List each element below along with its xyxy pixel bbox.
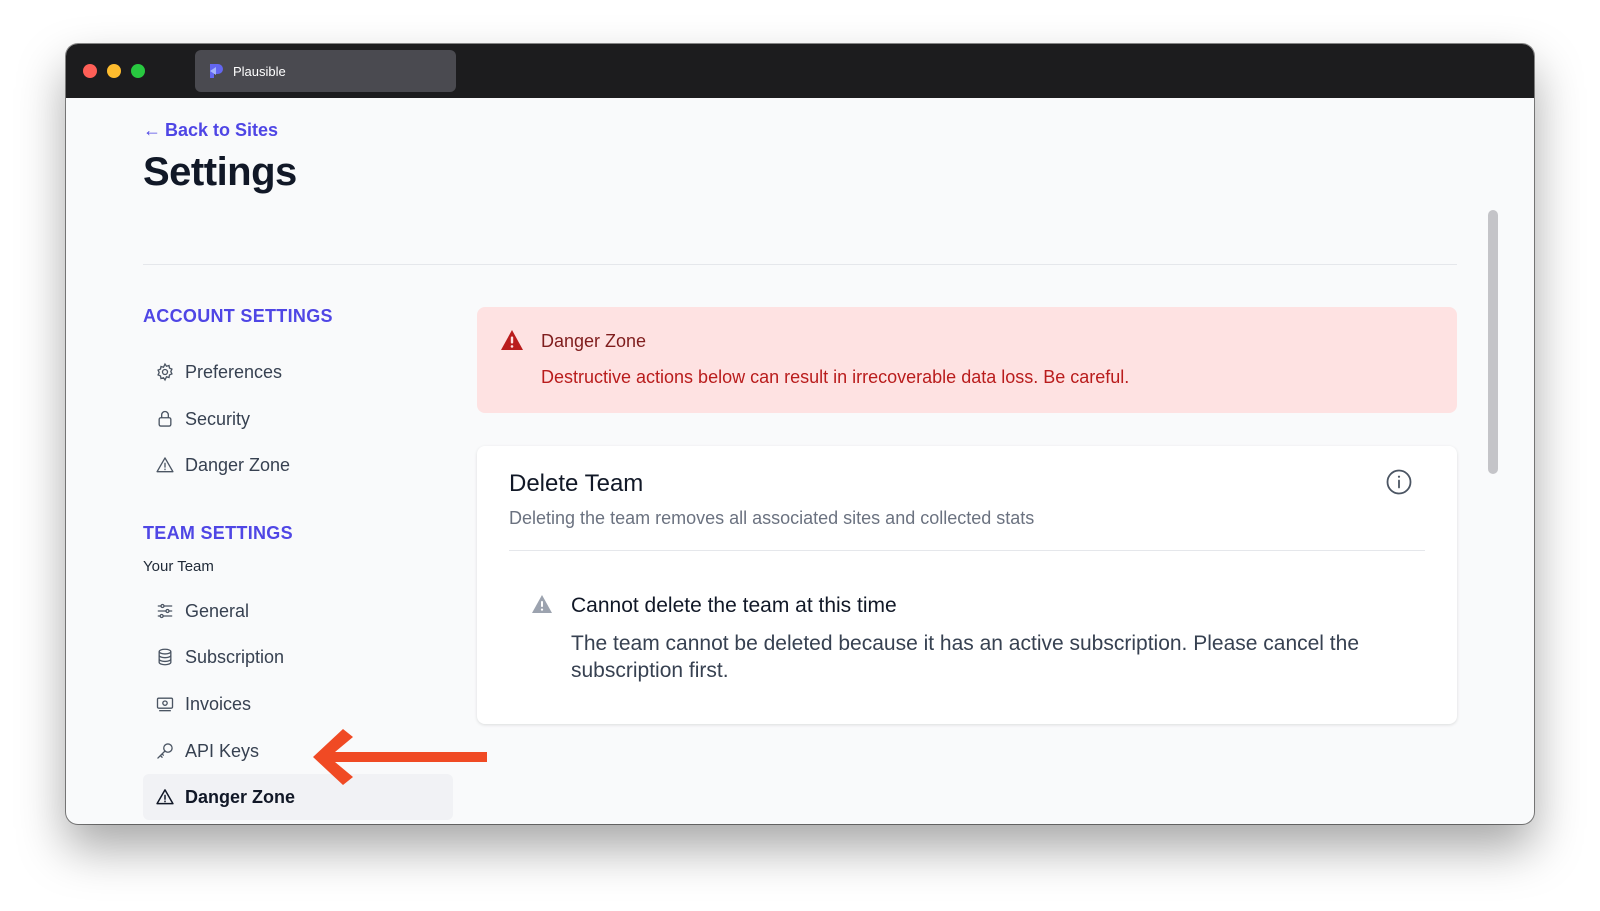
sidebar-item-label: General [185,600,250,621]
plausible-logo-icon [207,62,225,80]
warning-icon [155,455,175,475]
notice-text: The team cannot be deleted because it ha… [571,632,1359,682]
scrollbar-thumb[interactable] [1488,210,1498,474]
maximize-window-button[interactable] [131,64,145,78]
warning-icon [531,594,553,614]
warning-icon [500,329,524,351]
card-divider [509,550,1425,551]
sidebar-item-label: Security [185,408,251,429]
sidebar-item-label: API Keys [185,740,260,761]
account-settings-heading: ACCOUNT SETTINGS [143,306,333,326]
sidebar-item-preferences[interactable]: Preferences [143,349,453,395]
back-to-sites-link[interactable]: ← Back to Sites [143,120,278,141]
sidebar-item-security[interactable]: Security [143,396,453,442]
sliders-icon [155,601,175,621]
settings-page: ← Back to Sites Settings ACCOUNT SETTING… [66,98,1534,824]
sidebar-item-label: Danger Zone [185,454,291,475]
minimize-window-button[interactable] [107,64,121,78]
danger-zone-alert: Danger Zone Destructive actions below ca… [477,307,1457,413]
database-icon [155,647,175,667]
card-title: Delete Team [509,470,644,497]
sidebar-item-label: Subscription [185,646,285,667]
alert-title: Danger Zone [541,331,647,351]
key-icon [155,741,175,761]
title-bar: Plausible [66,44,1534,98]
sidebar-item-label: Preferences [185,361,283,382]
sidebar-item-label: Invoices [185,693,252,714]
sidebar-item-subscription[interactable]: Subscription [143,634,453,680]
arrow-left-icon: ← [143,120,161,140]
team-settings-heading: TEAM SETTINGS [143,523,293,543]
team-name: Your Team [143,558,214,575]
notice-title: Cannot delete the team at this time [571,594,897,617]
sidebar-item-account-danger-zone[interactable]: Danger Zone [143,442,453,488]
browser-window: Plausible ← Back to Sites Settings ACCOU… [66,44,1534,824]
browser-tab[interactable]: Plausible [195,50,456,92]
sidebar-item-label: Danger Zone [185,786,296,807]
alert-text: Destructive actions below can result in … [541,367,1130,387]
lock-icon [155,409,175,429]
warning-icon [155,787,175,807]
close-window-button[interactable] [83,64,97,78]
tab-title: Plausible [233,63,286,79]
delete-team-card: Delete Team Deleting the team removes al… [477,446,1457,724]
sidebar-item-invoices[interactable]: Invoices [143,681,453,727]
card-subtitle: Deleting the team removes all associated… [509,508,1035,528]
sidebar-item-general[interactable]: General [143,588,453,634]
back-link-label: Back to Sites [165,120,279,140]
gear-icon [155,362,175,382]
annotation-arrow-icon [313,729,487,785]
info-icon[interactable] [1385,468,1413,496]
receipt-icon [155,694,175,714]
header-divider [143,264,1457,265]
page-title: Settings [143,150,297,194]
